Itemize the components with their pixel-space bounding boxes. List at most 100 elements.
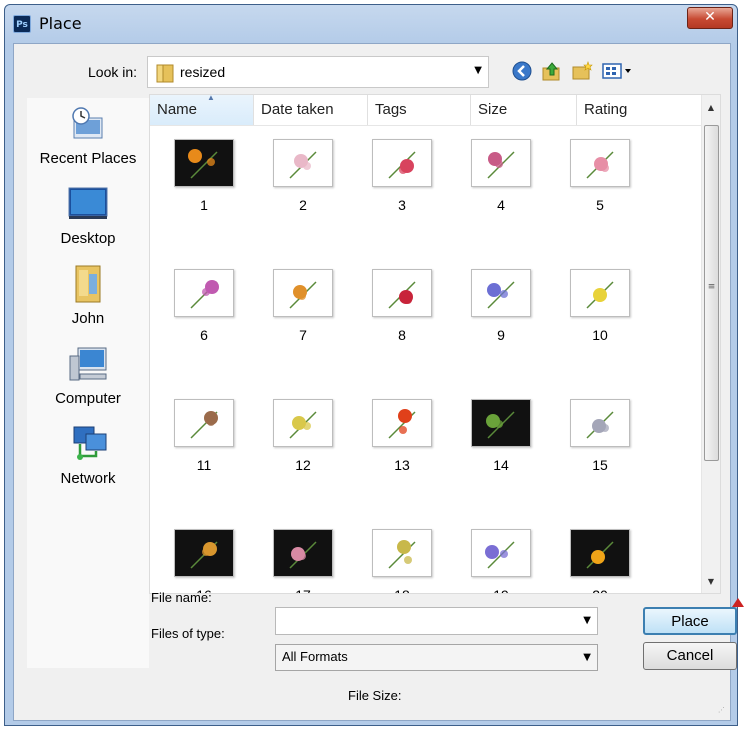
column-label: Name bbox=[157, 101, 198, 118]
file-item[interactable]: 9 bbox=[461, 269, 541, 343]
folder-icon bbox=[156, 64, 174, 83]
image-thumbnail bbox=[273, 399, 333, 447]
file-item[interactable]: 5 bbox=[560, 139, 640, 213]
image-thumbnail bbox=[372, 399, 432, 447]
image-thumbnail bbox=[570, 139, 630, 187]
image-thumbnail bbox=[570, 529, 630, 577]
place-label: Computer bbox=[55, 390, 121, 407]
column-name[interactable]: ▲ Name bbox=[150, 95, 254, 125]
file-item[interactable]: 7 bbox=[263, 269, 343, 343]
close-button[interactable]: ✕ bbox=[687, 7, 733, 29]
place-user[interactable]: John bbox=[27, 264, 149, 327]
file-item[interactable]: 3 bbox=[362, 139, 442, 213]
vertical-scrollbar[interactable]: ▲ ≡ ▼ bbox=[701, 95, 720, 593]
look-in-label: Look in: bbox=[88, 64, 138, 80]
file-item[interactable]: 12 bbox=[263, 399, 343, 473]
file-item[interactable]: 18 bbox=[362, 529, 442, 593]
network-icon bbox=[73, 426, 107, 460]
file-size-label: File Size: bbox=[348, 688, 402, 703]
resize-grip-icon[interactable]: ⋰ bbox=[718, 707, 728, 718]
file-name-text: 6 bbox=[200, 327, 208, 343]
place-label: John bbox=[71, 310, 105, 327]
places-bar: Recent Places Desktop John Computer Netw… bbox=[27, 98, 149, 668]
place-network[interactable]: Network bbox=[27, 424, 149, 487]
file-name-text: 10 bbox=[592, 327, 608, 343]
file-item[interactable]: 17 bbox=[263, 529, 343, 593]
place-recent-places[interactable]: Recent Places bbox=[27, 104, 149, 167]
place-computer[interactable]: Computer bbox=[27, 344, 149, 407]
column-date-taken[interactable]: Date taken bbox=[254, 95, 368, 125]
column-rating[interactable]: Rating bbox=[577, 95, 710, 125]
file-type-label: Files of type: bbox=[151, 626, 225, 641]
sort-ascending-icon: ▲ bbox=[207, 94, 215, 102]
user-folder-icon bbox=[75, 265, 101, 303]
file-item[interactable]: 11 bbox=[164, 399, 244, 473]
place-label: Network bbox=[60, 470, 116, 487]
file-name-text: 18 bbox=[362, 587, 442, 593]
column-label: Date taken bbox=[261, 101, 334, 118]
dialog-title: Place bbox=[39, 14, 82, 33]
file-item[interactable]: 15 bbox=[560, 399, 640, 473]
place-button[interactable]: Place bbox=[643, 607, 737, 635]
column-header: ▲ Name Date taken Tags Size Rating bbox=[150, 95, 710, 126]
file-item[interactable]: 19 bbox=[461, 529, 541, 593]
scrollbar-thumb[interactable]: ≡ bbox=[704, 125, 719, 461]
column-label: Size bbox=[478, 101, 508, 118]
file-item[interactable]: 10 bbox=[560, 269, 640, 343]
view-menu-icon[interactable] bbox=[601, 60, 635, 82]
file-item[interactable]: 13 bbox=[362, 399, 442, 473]
image-thumbnail bbox=[570, 269, 630, 317]
new-folder-icon[interactable] bbox=[571, 60, 593, 82]
cancel-button[interactable]: Cancel bbox=[643, 642, 737, 670]
file-name-text: 19 bbox=[461, 587, 541, 593]
scroll-up-icon[interactable]: ▲ bbox=[702, 99, 720, 117]
file-name-text: 8 bbox=[398, 327, 406, 343]
file-item[interactable]: 16 bbox=[164, 529, 244, 593]
file-item[interactable]: 6 bbox=[164, 269, 244, 343]
file-name-text: 17 bbox=[263, 587, 343, 593]
file-item[interactable]: 8 bbox=[362, 269, 442, 343]
image-thumbnail bbox=[570, 399, 630, 447]
image-thumbnail bbox=[471, 269, 531, 317]
column-tags[interactable]: Tags bbox=[368, 95, 471, 125]
column-label: Tags bbox=[375, 101, 407, 118]
title-bar[interactable]: Ps Place ✕ bbox=[5, 5, 737, 43]
file-name-text: 14 bbox=[493, 457, 509, 473]
look-in-value: resized bbox=[180, 64, 226, 80]
file-name-text: 2 bbox=[299, 197, 307, 213]
file-name-text: 5 bbox=[596, 197, 604, 213]
recent-places-icon bbox=[72, 107, 103, 139]
place-desktop[interactable]: Desktop bbox=[27, 184, 149, 247]
file-item[interactable]: 14 bbox=[461, 399, 541, 473]
file-item[interactable]: 20 bbox=[560, 529, 640, 593]
file-item[interactable]: 1 bbox=[164, 139, 244, 213]
image-thumbnail bbox=[372, 269, 432, 317]
up-folder-icon[interactable] bbox=[541, 60, 563, 82]
column-size[interactable]: Size bbox=[471, 95, 577, 125]
file-item[interactable]: 2 bbox=[263, 139, 343, 213]
desktop-icon bbox=[68, 187, 108, 219]
chevron-down-icon[interactable]: ▼ bbox=[583, 615, 591, 626]
file-list[interactable]: ▲ Name Date taken Tags Size Rating 12345… bbox=[149, 94, 721, 594]
scroll-down-icon[interactable]: ▼ bbox=[702, 573, 720, 591]
image-thumbnail bbox=[174, 269, 234, 317]
file-type-value: All Formats bbox=[282, 649, 348, 664]
dialog-body: Look in: resized ▼ Recent Places Desktop… bbox=[13, 43, 737, 721]
file-name-text: 7 bbox=[299, 327, 307, 343]
look-in-combo[interactable]: resized ▼ bbox=[147, 56, 489, 88]
chevron-down-icon[interactable]: ▼ bbox=[583, 652, 591, 663]
thumbnail-grid: 1234567891011121314151617181920 bbox=[150, 125, 704, 593]
file-name-text: 11 bbox=[196, 457, 212, 473]
back-icon[interactable] bbox=[511, 60, 533, 82]
file-name-text: 12 bbox=[295, 457, 311, 473]
column-label: Rating bbox=[584, 101, 628, 118]
file-item[interactable]: 4 bbox=[461, 139, 541, 213]
file-type-select[interactable]: All Formats ▼ bbox=[275, 644, 598, 671]
image-thumbnail bbox=[471, 399, 531, 447]
chevron-down-icon[interactable]: ▼ bbox=[474, 65, 482, 76]
file-name-input[interactable]: ▼ bbox=[275, 607, 598, 635]
image-thumbnail bbox=[174, 139, 234, 187]
image-thumbnail bbox=[471, 529, 531, 577]
image-thumbnail bbox=[174, 529, 234, 577]
file-name-text: 4 bbox=[497, 197, 505, 213]
